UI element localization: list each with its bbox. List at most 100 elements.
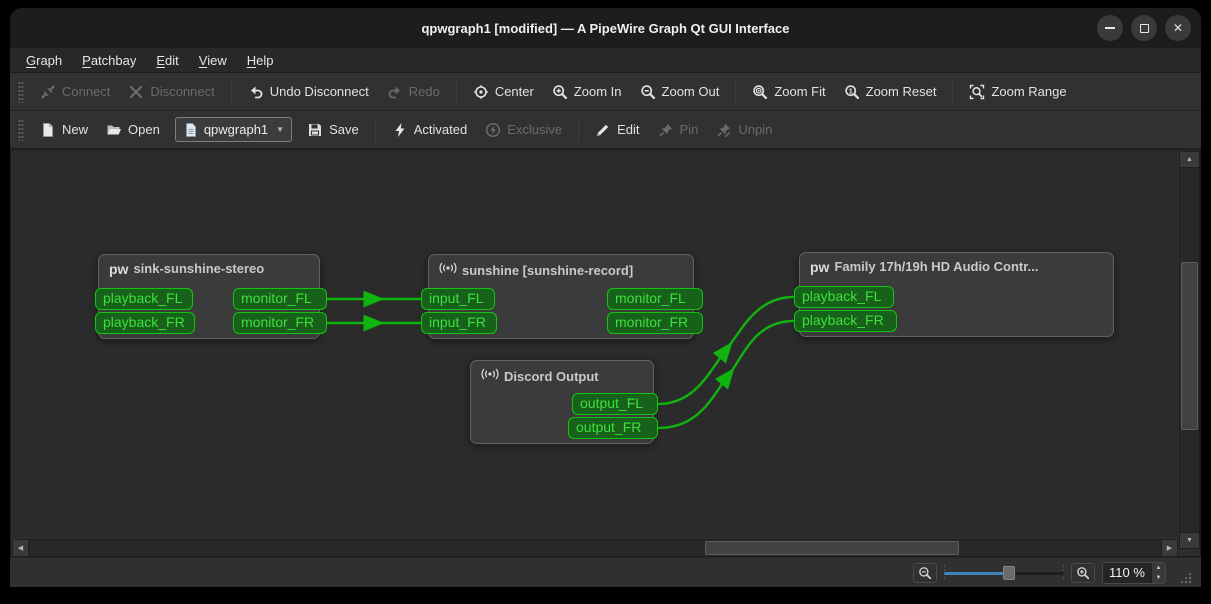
scroll-down-button[interactable]: ▼ bbox=[1180, 532, 1199, 548]
pipewire-icon: pw bbox=[810, 258, 830, 275]
app-window: qpwgraph1 [modified] — A PipeWire Graph … bbox=[10, 8, 1201, 587]
activated-icon bbox=[392, 122, 408, 138]
node-header: pw Family 17h/19h HD Audio Contr... bbox=[800, 253, 1113, 274]
file-doc-icon bbox=[183, 122, 199, 138]
connect-icon bbox=[40, 84, 56, 100]
disconnect-icon bbox=[128, 84, 144, 100]
toolbar-button-label: Pin bbox=[679, 122, 699, 137]
toolbar-button-label: Zoom Reset bbox=[865, 84, 937, 99]
minimize-button[interactable] bbox=[1097, 15, 1123, 41]
graph-port-monitor-fl[interactable]: monitor_FL bbox=[233, 288, 327, 310]
zoom-range-icon bbox=[969, 84, 985, 100]
toolbar-button-redo: Redo bbox=[378, 80, 449, 104]
toolbar-button-edit[interactable]: Edit bbox=[586, 118, 648, 142]
node-header: sunshine [sunshine-record] bbox=[429, 255, 693, 280]
graph-port-input-fl[interactable]: input_FL bbox=[421, 288, 495, 310]
toolbar-button-label: Unpin bbox=[738, 122, 773, 137]
toolbar-separator bbox=[374, 117, 376, 142]
redo-icon bbox=[387, 84, 403, 100]
menu-item-graph[interactable]: Graph bbox=[16, 50, 72, 71]
open-icon bbox=[106, 122, 122, 138]
zoom-out-icon bbox=[640, 84, 656, 100]
toolbar-button-connect: Connect bbox=[31, 80, 119, 104]
zoom-spinbox[interactable]: 110 % ▲ ▼ bbox=[1102, 561, 1166, 584]
toolbar-button-center[interactable]: Center bbox=[464, 80, 543, 104]
graph-port-output-fl[interactable]: output_FL bbox=[572, 393, 658, 415]
vertical-scrollbar-thumb[interactable] bbox=[1181, 262, 1198, 430]
horizontal-scrollbar-thumb[interactable] bbox=[705, 541, 959, 555]
toolbar-button-zoom-out[interactable]: Zoom Out bbox=[631, 80, 729, 104]
menu-item-view[interactable]: View bbox=[189, 50, 237, 71]
menu-item-patchbay[interactable]: Patchbay bbox=[72, 50, 146, 71]
graph-canvas[interactable]: pw sink-sunshine-stereo playback_FL playbac… bbox=[11, 150, 1178, 538]
toolbar-button-label: Activated bbox=[413, 122, 468, 137]
menu-item-edit[interactable]: Edit bbox=[146, 50, 188, 71]
stream-icon bbox=[439, 261, 457, 280]
graph-port-monitor-fr[interactable]: monitor_FR bbox=[607, 312, 703, 334]
graph-port-monitor-fr[interactable]: monitor_FR bbox=[233, 312, 327, 334]
graph-port-playback-fl[interactable]: playback_FL bbox=[794, 286, 894, 308]
node-header: pw sink-sunshine-stereo bbox=[99, 255, 319, 276]
toolbar-button-save[interactable]: Save bbox=[298, 118, 368, 142]
scroll-right-button[interactable]: ▶ bbox=[1161, 540, 1177, 556]
graph-port-monitor-fl[interactable]: monitor_FL bbox=[607, 288, 703, 310]
maximize-icon bbox=[1139, 23, 1149, 33]
scroll-up-button[interactable]: ▲ bbox=[1180, 152, 1199, 168]
node-title: sink-sunshine-stereo bbox=[133, 261, 265, 276]
resize-grip[interactable] bbox=[1179, 571, 1192, 584]
window-controls: ✕ bbox=[1097, 15, 1191, 41]
toolbar-drag-handle[interactable] bbox=[18, 80, 24, 103]
toolbar-button-label: qpwgraph1 bbox=[203, 122, 269, 137]
exclusive-icon bbox=[485, 122, 501, 138]
toolbar-button-new[interactable]: New bbox=[31, 118, 97, 142]
scroll-left-button[interactable]: ◀ bbox=[13, 540, 29, 556]
graph-port-input-fr[interactable]: input_FR bbox=[421, 312, 497, 334]
toolbar-button-zoom-reset[interactable]: 1 Zoom Reset bbox=[835, 80, 946, 104]
graph-port-playback-fr[interactable]: playback_FR bbox=[794, 310, 897, 332]
patchbay-selector-combo[interactable]: qpwgraph1 ▼ bbox=[174, 117, 293, 142]
toolbar-button-label: Zoom Range bbox=[991, 84, 1067, 99]
spin-up-button[interactable]: ▲ bbox=[1152, 563, 1165, 573]
titlebar[interactable]: qpwgraph1 [modified] — A PipeWire Graph … bbox=[10, 8, 1201, 48]
zoom-percent-value: 110 % bbox=[1109, 565, 1145, 580]
center-icon bbox=[473, 84, 489, 100]
close-button[interactable]: ✕ bbox=[1165, 15, 1191, 41]
vertical-scrollbar[interactable]: ▲ ▼ bbox=[1179, 151, 1200, 549]
zoom-fit-icon bbox=[752, 84, 768, 100]
zoom-slider-fill bbox=[944, 571, 1009, 575]
zoom-reset-icon: 1 bbox=[844, 84, 860, 100]
toolbar-button-disconnect: Disconnect bbox=[119, 80, 223, 104]
toolbar-button-label: New bbox=[62, 122, 89, 137]
toolbar-button-zoom-fit[interactable]: Zoom Fit bbox=[743, 80, 834, 104]
node-title: Discord Output bbox=[504, 369, 599, 384]
statusbar-zoom-out-button[interactable] bbox=[913, 562, 937, 583]
toolbar-file-tools: New Open qpwgraph1 ▼ Save Activated Exclusive E… bbox=[10, 111, 1201, 149]
spin-down-button[interactable]: ▼ bbox=[1152, 573, 1165, 583]
toolbar-button-open[interactable]: Open bbox=[97, 118, 169, 142]
maximize-button[interactable] bbox=[1131, 15, 1157, 41]
toolbar-button-undo-disconnect[interactable]: Undo Disconnect bbox=[239, 80, 378, 104]
node-title: Family 17h/19h HD Audio Contr... bbox=[834, 259, 1039, 274]
svg-text:1: 1 bbox=[848, 86, 852, 95]
toolbar-button-activated[interactable]: Activated bbox=[383, 118, 476, 142]
toolbar-drag-handle[interactable] bbox=[18, 118, 24, 141]
toolbar-separator bbox=[952, 79, 954, 104]
graph-canvas-frame: pw sink-sunshine-stereo playback_FL playbac… bbox=[10, 149, 1201, 557]
graph-port-output-fr[interactable]: output_FR bbox=[568, 417, 658, 439]
toolbar-separator bbox=[735, 79, 737, 104]
horizontal-scrollbar[interactable]: ◀ ▶ bbox=[12, 539, 1178, 557]
toolbar-button-zoom-range[interactable]: Zoom Range bbox=[960, 80, 1075, 104]
graph-port-playback-fl[interactable]: playback_FL bbox=[95, 288, 193, 310]
toolbar-button-unpin: Unpin bbox=[707, 118, 781, 142]
menu-item-help[interactable]: Help bbox=[237, 50, 284, 71]
toolbar-button-label: Zoom In bbox=[573, 84, 622, 99]
toolbar-button-zoom-in[interactable]: Zoom In bbox=[543, 80, 631, 104]
statusbar-zoom-in-button[interactable] bbox=[1071, 562, 1095, 583]
toolbar-button-label: Center bbox=[494, 84, 534, 99]
chevron-down-icon: ▼ bbox=[276, 125, 285, 134]
zoom-slider-handle[interactable] bbox=[1002, 565, 1015, 580]
undo-icon bbox=[248, 84, 264, 100]
toolbar-separator bbox=[230, 79, 232, 104]
zoom-slider[interactable] bbox=[944, 563, 1064, 583]
graph-port-playback-fr[interactable]: playback_FR bbox=[95, 312, 195, 334]
